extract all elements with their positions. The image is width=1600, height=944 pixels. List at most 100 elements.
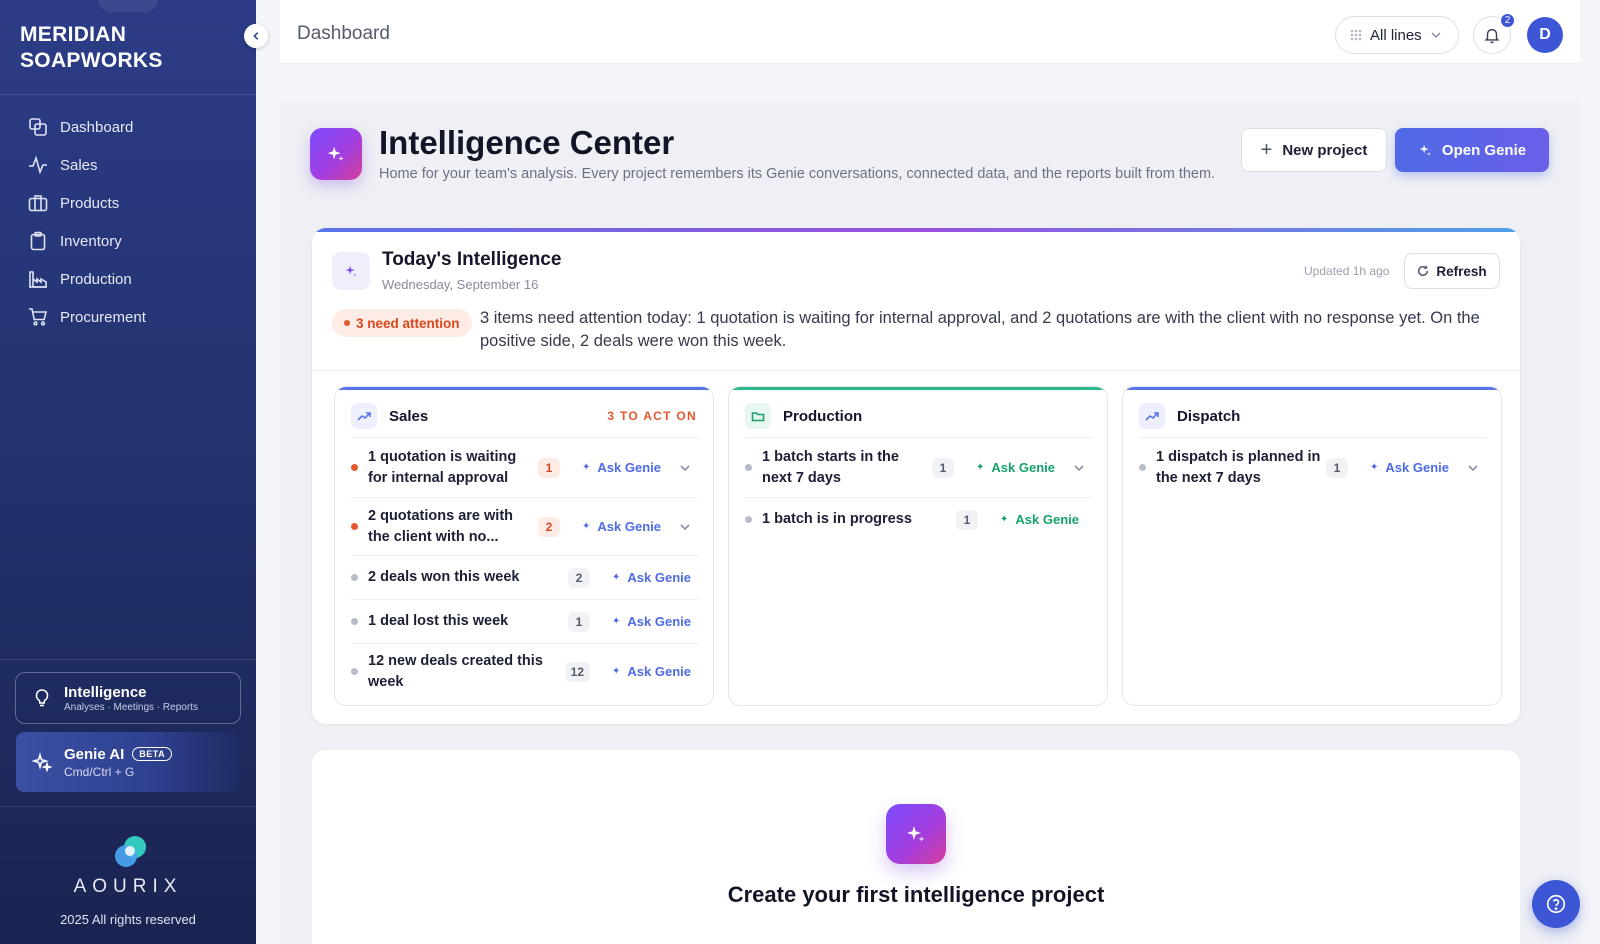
grid-dots-icon — [1350, 29, 1362, 41]
sparkle-icon: ✦ — [582, 462, 591, 473]
brand-logo[interactable]: MERIDIAN SOAPWORKS — [20, 22, 163, 74]
sidebar-item-label: Products — [60, 194, 120, 212]
trending-up-icon — [1139, 403, 1165, 429]
avatar[interactable]: D — [1527, 17, 1563, 53]
lines-select[interactable]: All lines — [1335, 16, 1459, 54]
status-dot — [351, 668, 358, 675]
sidebar-divider — [0, 94, 256, 95]
chevron-down-icon[interactable] — [1073, 462, 1085, 474]
sidebar-item-dashboard[interactable]: Dashboard — [0, 108, 256, 146]
status-dot — [351, 574, 358, 581]
ask-genie-label: Ask Genie — [627, 614, 691, 629]
sparkle-icon: ✦ — [1370, 462, 1379, 473]
sparkle-icon: ✦ — [582, 521, 591, 532]
cart-icon — [29, 308, 48, 326]
card-accent-bar — [312, 228, 1520, 232]
sidebar-item-procurement[interactable]: Procurement — [0, 298, 256, 336]
list-item[interactable]: 1 batch starts in the next 7 days 1 ✦ Ask… — [745, 437, 1093, 497]
open-genie-button[interactable]: Open Genie — [1395, 128, 1549, 172]
beta-badge: BETA — [132, 747, 173, 761]
refresh-icon — [1418, 265, 1429, 277]
list-item[interactable]: 1 dispatch is planned in the next 7 days… — [1139, 437, 1487, 497]
sidebar-divider — [0, 806, 256, 807]
list-item[interactable]: 1 deal lost this week 1 ✦ Ask Genie — [351, 599, 699, 643]
sidebar-item-inventory[interactable]: Inventory — [0, 222, 256, 260]
list-item[interactable]: 2 deals won this week 2 ✦ Ask Genie — [351, 555, 699, 599]
panel-title: Sales — [389, 407, 429, 425]
sidebar-top-decoration — [98, 0, 158, 12]
sidebar-item-products[interactable]: Products — [0, 184, 256, 222]
new-project-button[interactable]: + New project — [1241, 128, 1387, 172]
ask-genie-button[interactable]: ✦ Ask Genie — [582, 519, 661, 534]
list-item[interactable]: 1 quotation is waiting for internal appr… — [351, 437, 699, 497]
list-item[interactable]: 1 batch is in progress 1 ✦ Ask Genie — [745, 497, 1093, 541]
item-count: 12 — [564, 661, 591, 682]
sidebar-intelligence-card[interactable]: Intelligence Analyses · Meetings · Repor… — [15, 672, 241, 724]
ask-genie-label: Ask Genie — [627, 664, 691, 679]
attention-dot — [344, 320, 350, 326]
ask-genie-button[interactable]: ✦ Ask Genie — [976, 460, 1055, 475]
item-text: 1 batch starts in the next 7 days — [762, 448, 899, 486]
chevron-down-icon[interactable] — [679, 521, 691, 533]
sidebar-item-sales[interactable]: Sales — [0, 146, 256, 184]
lightbulb-icon — [35, 689, 49, 707]
ask-genie-button[interactable]: ✦ Ask Genie — [582, 460, 661, 475]
card-divider — [312, 370, 1520, 371]
item-count: 2 — [538, 516, 561, 537]
ask-genie-label: Ask Genie — [627, 570, 691, 585]
chevron-left-icon — [253, 32, 259, 40]
sidebar-item-production[interactable]: Production — [0, 260, 256, 298]
genie-shortcut: Cmd/Ctrl + G — [64, 764, 135, 779]
refresh-label: Refresh — [1436, 263, 1487, 279]
today-sparkle-icon — [332, 252, 370, 290]
item-count: 1 — [1326, 457, 1349, 478]
page-title: Dashboard — [297, 23, 390, 44]
status-dot — [1139, 464, 1146, 471]
attention-label: 3 need attention — [356, 315, 460, 331]
chevron-down-icon[interactable] — [679, 462, 691, 474]
today-date: Wednesday, September 16 — [382, 277, 539, 292]
panel-accent-bar — [335, 387, 713, 390]
item-count: 1 — [932, 457, 955, 478]
list-item[interactable]: 12 new deals created this week 12 ✦ Ask G… — [351, 643, 699, 699]
item-count: 1 — [956, 509, 979, 530]
ask-genie-label: Ask Genie — [1385, 460, 1449, 475]
sparkle-icon: ✦ — [1000, 514, 1009, 525]
hero-subtitle: Home for your team's analysis. Every pro… — [379, 166, 1216, 182]
item-text: 2 quotations are with the client with no… — [368, 507, 514, 545]
ask-genie-label: Ask Genie — [597, 519, 661, 534]
ask-genie-button[interactable]: ✦ Ask Genie — [612, 570, 691, 585]
sidebar-item-label: Inventory — [60, 232, 122, 250]
attention-badge: 3 need attention — [332, 309, 472, 337]
bell-icon — [1484, 28, 1500, 44]
genie-title: Genie AI — [64, 745, 125, 763]
sidebar: MERIDIAN SOAPWORKS Dashboard Sales Produ… — [0, 0, 256, 944]
status-dot — [351, 618, 358, 625]
sparkle-icon: ✦ — [976, 462, 985, 473]
ask-genie-button[interactable]: ✦ Ask Genie — [612, 614, 691, 629]
list-item[interactable]: 2 quotations are with the client with no… — [351, 497, 699, 555]
intelligence-center-icon — [310, 128, 362, 180]
item-count: 1 — [568, 611, 591, 632]
intelligence-title: Intelligence — [64, 683, 147, 701]
sidebar-genie-card[interactable]: Genie AI BETA Cmd/Ctrl + G — [16, 732, 240, 792]
plus-icon: + — [1260, 138, 1273, 161]
aourix-logo-icon — [115, 836, 146, 867]
chevron-down-icon[interactable] — [1467, 462, 1479, 474]
refresh-button[interactable]: Refresh — [1404, 253, 1500, 289]
chevron-down-icon — [1431, 32, 1441, 39]
create-project-icon — [886, 804, 946, 864]
sparkles-icon — [327, 146, 344, 162]
sparkle-icon: ✦ — [612, 572, 621, 583]
item-text: 1 batch is in progress — [762, 511, 912, 527]
help-button[interactable] — [1532, 880, 1580, 928]
lines-select-value: All lines — [1370, 26, 1422, 44]
ask-genie-button[interactable]: ✦ Ask Genie — [1000, 512, 1079, 527]
sidebar-collapse-button[interactable] — [244, 24, 268, 48]
sidebar-item-label: Sales — [60, 156, 98, 174]
sparkles-icon — [907, 826, 925, 842]
ask-genie-button[interactable]: ✦ Ask Genie — [612, 664, 691, 679]
open-genie-label: Open Genie — [1441, 141, 1527, 159]
activity-icon — [29, 155, 47, 175]
ask-genie-button[interactable]: ✦ Ask Genie — [1370, 460, 1449, 475]
